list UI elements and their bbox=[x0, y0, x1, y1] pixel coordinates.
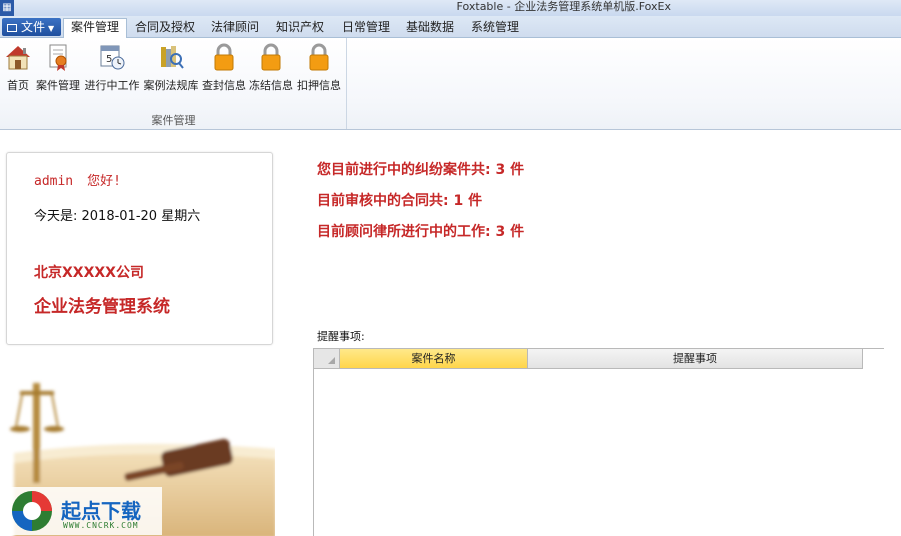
stat-contracts-review: 目前审核中的合同共: 1 件 bbox=[317, 193, 483, 209]
system-name: 企业法务管理系统 bbox=[34, 297, 170, 317]
file-menu-button[interactable]: 文件 ▼ bbox=[2, 18, 61, 36]
lock-icon bbox=[214, 43, 234, 71]
home-button-label: 首页 bbox=[7, 79, 29, 92]
home-icon bbox=[6, 46, 30, 70]
menu-tab-row: 文件 ▼ 案件管理 合同及授权 法律顾问 知识产权 日常管理 基础数据 系统管理 bbox=[0, 16, 901, 39]
freeze-info-button[interactable]: 冻结信息 bbox=[249, 42, 293, 94]
greeting-text: 您好! bbox=[87, 174, 121, 189]
svg-text:5: 5 bbox=[106, 54, 112, 65]
calendar-clock-icon: 5 bbox=[100, 45, 125, 70]
column-header-reminder[interactable]: 提醒事项 bbox=[528, 349, 863, 369]
window-title: Foxtable - 企业法务管理系统单机版.FoxEx bbox=[456, 0, 671, 13]
detention-info-button-label: 扣押信息 bbox=[297, 79, 341, 92]
seizure-info-button-label: 查封信息 bbox=[202, 79, 246, 92]
reminder-grid-header: 案件名称 提醒事项 bbox=[314, 349, 863, 369]
tab-basic-data[interactable]: 基础数据 bbox=[400, 19, 460, 38]
reminder-title: 提醒事项: bbox=[317, 330, 365, 343]
tab-daily-management[interactable]: 日常管理 bbox=[336, 19, 396, 38]
title-bar: ▦ Foxtable - 企业法务管理系统单机版.FoxEx bbox=[0, 0, 901, 16]
reminder-grid[interactable]: 案件名称 提醒事项 bbox=[313, 348, 884, 536]
watermark-text: 起点下载 bbox=[61, 499, 141, 523]
lock-icon bbox=[261, 43, 281, 71]
home-button[interactable]: 首页 bbox=[3, 42, 33, 94]
case-management-button-label: 案件管理 bbox=[36, 79, 80, 92]
select-all-corner[interactable] bbox=[314, 349, 340, 369]
ongoing-work-button-label: 进行中工作 bbox=[84, 79, 140, 92]
freeze-info-button-label: 冻结信息 bbox=[249, 79, 293, 92]
lock-icon bbox=[309, 43, 329, 71]
today-date: 今天是: 2018-01-20 星期六 bbox=[34, 209, 201, 224]
ribbon: 首页 案件管理 5 进行中工作 案例法规库 查封信息 冻结信息 扣押信息 案件管… bbox=[0, 38, 901, 130]
watermark-logo-icon bbox=[12, 491, 52, 531]
ribbon-group-case-management: 首页 案件管理 5 进行中工作 案例法规库 查封信息 冻结信息 扣押信息 案件管… bbox=[0, 38, 347, 129]
stat-dispute-cases: 您目前进行中的纠纷案件共: 3 件 bbox=[317, 162, 525, 178]
welcome-card: admin 您好! 今天是: 2018-01-20 星期六 北京XXXXX公司 企… bbox=[6, 152, 273, 345]
file-menu-label: 文件 bbox=[21, 20, 46, 34]
tab-legal-counsel[interactable]: 法律顾问 bbox=[205, 19, 265, 38]
case-law-library-button-label: 案例法规库 bbox=[143, 79, 199, 92]
chevron-down-icon: ▼ bbox=[48, 24, 55, 33]
company-name: 北京XXXXX公司 bbox=[34, 265, 144, 281]
tab-contracts-authorization[interactable]: 合同及授权 bbox=[131, 19, 199, 38]
detention-info-button[interactable]: 扣押信息 bbox=[297, 42, 341, 94]
column-header-case-name[interactable]: 案件名称 bbox=[340, 349, 528, 369]
watermark-url: WWW.CNCRK.COM bbox=[63, 521, 139, 530]
tab-intellectual-property[interactable]: 知识产权 bbox=[270, 19, 330, 38]
ongoing-work-button[interactable]: 5 进行中工作 bbox=[84, 42, 140, 94]
menu-grid-icon bbox=[7, 24, 17, 32]
tab-case-management[interactable]: 案件管理 bbox=[63, 18, 127, 39]
stat-counsel-work: 目前顾问律所进行中的工作: 3 件 bbox=[317, 224, 525, 240]
ribbon-group-label: 案件管理 bbox=[151, 114, 196, 127]
case-document-icon bbox=[49, 44, 67, 71]
seizure-info-button[interactable]: 查封信息 bbox=[202, 42, 246, 94]
tab-system-management[interactable]: 系统管理 bbox=[465, 19, 525, 38]
greeting-line: admin 您好! bbox=[34, 170, 121, 189]
download-site-watermark: 起点下载 WWW.CNCRK.COM bbox=[6, 487, 162, 535]
books-search-icon bbox=[161, 46, 184, 69]
case-management-button[interactable]: 案件管理 bbox=[36, 42, 80, 94]
username: admin bbox=[34, 174, 74, 189]
case-law-library-button[interactable]: 案例法规库 bbox=[143, 42, 199, 94]
